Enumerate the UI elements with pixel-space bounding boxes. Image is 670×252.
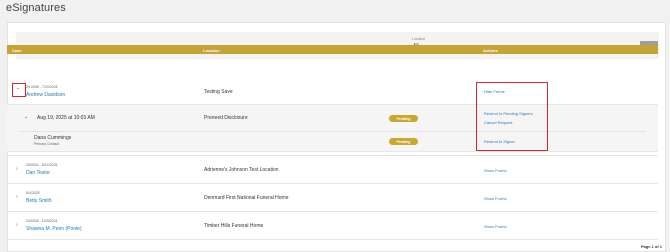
chevron-right-icon[interactable]: ›	[16, 222, 18, 228]
chevron-right-icon[interactable]: ›	[16, 166, 18, 172]
case-name-link[interactable]: Andrew Davidson	[26, 92, 65, 98]
request-date: Aug 19, 2025 at 10:03 AM	[37, 115, 95, 121]
signer-role: Primary Contact	[34, 142, 60, 146]
signer-status-badge: Pending	[389, 138, 418, 145]
header-location: Location	[203, 47, 220, 53]
chevron-right-icon[interactable]: ›	[16, 194, 18, 200]
case-name-link[interactable]: Dan Testor	[26, 170, 50, 176]
case-id: 24/0006 - 10/3/2024	[26, 219, 58, 223]
chevron-down-icon[interactable]: ⌄	[16, 85, 20, 91]
resend-pending-signers-link[interactable]: Resend to Pending Signers	[484, 111, 533, 116]
row-divider	[7, 155, 658, 156]
row-divider	[7, 211, 658, 212]
forms-subpanel: ⌄ Aug 19, 2025 at 10:03 AM Preneed Discl…	[7, 104, 658, 152]
row-divider	[7, 239, 658, 240]
hide-forms-link[interactable]: Hide Forms	[484, 89, 505, 94]
signer-name: Dana Cummings	[34, 135, 72, 141]
page-title: eSignatures	[6, 2, 66, 14]
status-badge: Pending	[389, 115, 418, 122]
pagination-label: Page 1 of 1	[640, 244, 662, 249]
row-divider	[7, 183, 658, 184]
case-id: 25-0008 - 7/20/2025	[26, 85, 58, 89]
header-case: Case	[12, 47, 22, 53]
case-location: Denmard First National Funeral Home	[204, 195, 289, 201]
chevron-down-icon[interactable]: ⌄	[24, 114, 28, 120]
case-name-link[interactable]: Shawna M. Penn (Poole)	[26, 226, 82, 232]
table-header: Case Location Actions	[7, 45, 658, 54]
resend-to-signer-link[interactable]: Resend to Signer	[484, 139, 515, 144]
form-name: Preneed Disclosure	[204, 115, 248, 121]
divider	[19, 131, 646, 132]
case-location: Testing Save	[204, 89, 233, 95]
case-location: Timber Hills Funeral Home	[204, 223, 264, 229]
location-label: Location	[412, 37, 426, 41]
show-forms-link[interactable]: Show Forms	[484, 196, 506, 201]
case-id: 8/4/2025	[26, 191, 40, 195]
show-forms-link[interactable]: Show Forms	[484, 168, 506, 173]
cancel-request-link[interactable]: Cancel Request	[484, 120, 512, 125]
case-location: Adrienne's Johnson Test Location	[204, 167, 279, 173]
case-name-link[interactable]: Betty Smith	[26, 198, 52, 204]
show-forms-link[interactable]: Show Forms	[484, 224, 506, 229]
header-actions: Actions	[483, 47, 498, 53]
case-id: 26/0004 - 8/14/2025	[26, 163, 58, 167]
